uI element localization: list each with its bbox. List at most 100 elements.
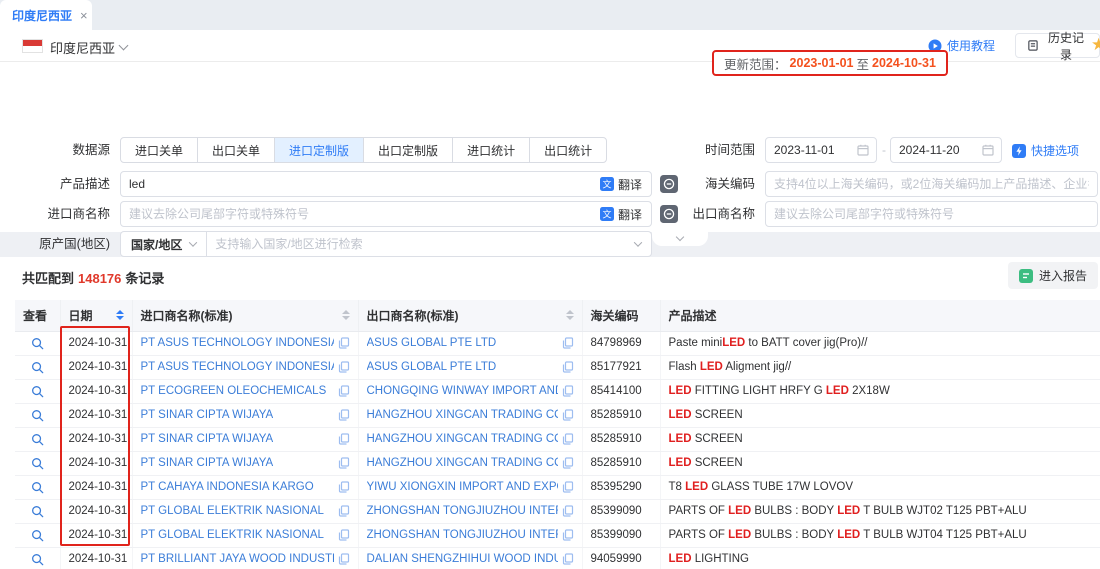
start-date-input[interactable] — [766, 139, 857, 161]
view-magnifier-icon[interactable] — [31, 337, 44, 350]
results-summary: 共匹配到148176条记录 — [22, 268, 164, 287]
exporter-link[interactable]: ZHONGSHAN TONGJIUZHOU INTERNA... — [367, 505, 558, 517]
copy-icon[interactable] — [338, 409, 350, 421]
copy-icon[interactable] — [338, 361, 350, 373]
importer-link[interactable]: PT GLOBAL ELEKTRIK NASIONAL — [141, 505, 324, 517]
view-magnifier-icon[interactable] — [31, 529, 44, 542]
copy-icon[interactable] — [562, 337, 574, 349]
svg-text:文: 文 — [602, 179, 611, 190]
keyword-highlight: LED — [669, 385, 692, 397]
copy-icon[interactable] — [338, 433, 350, 445]
time-range-label: 时间范围 — [660, 137, 755, 163]
collapse-panel-handle[interactable] — [652, 232, 708, 246]
exporter-link[interactable]: HANGZHOU XINGCAN TRADING CO LTD — [367, 457, 558, 469]
copy-icon[interactable] — [338, 385, 350, 397]
translate-button[interactable]: 文 翻译 — [591, 206, 651, 223]
copy-icon[interactable] — [562, 505, 574, 517]
copy-icon[interactable] — [562, 481, 574, 493]
importer-name-input[interactable] — [121, 203, 591, 225]
chevron-down-icon — [676, 233, 684, 241]
exporter-link[interactable]: ASUS GLOBAL PTE LTD — [367, 361, 497, 373]
datasource-tab[interactable]: 进口关单 — [121, 138, 198, 162]
view-magnifier-icon[interactable] — [31, 385, 44, 398]
sort-icon-importer[interactable] — [342, 310, 350, 320]
row-date: 2024-10-31 — [69, 385, 128, 397]
view-magnifier-icon[interactable] — [31, 505, 44, 518]
datasource-tab[interactable]: 进口统计 — [453, 138, 530, 162]
importer-link[interactable]: PT GLOBAL ELEKTRIK NASIONAL — [141, 529, 324, 541]
origin-search-input[interactable] — [207, 233, 635, 255]
copy-icon[interactable] — [562, 433, 574, 445]
svg-text:文: 文 — [602, 209, 611, 220]
datasource-tab[interactable]: 进口定制版 — [275, 138, 364, 162]
product-desc-input[interactable] — [121, 173, 591, 195]
tab-indonesia[interactable]: 印度尼西亚 × — [0, 0, 92, 30]
view-magnifier-icon[interactable] — [31, 553, 44, 566]
exporter-link[interactable]: YIWU XIONGXIN IMPORT AND EXPORT... — [367, 481, 558, 493]
end-date-input[interactable] — [891, 139, 982, 161]
exporter-link[interactable]: CHONGQING WINWAY IMPORT AND E... — [367, 385, 558, 397]
tab-close-icon[interactable]: × — [80, 9, 88, 22]
copy-icon[interactable] — [338, 505, 350, 517]
copy-icon[interactable] — [562, 409, 574, 421]
datasource-label: 数据源 — [15, 137, 110, 163]
view-magnifier-icon[interactable] — [31, 481, 44, 494]
exporter-link[interactable]: HANGZHOU XINGCAN TRADING CO LTD — [367, 433, 558, 445]
importer-link[interactable]: PT ASUS TECHNOLOGY INDONESIA BA... — [141, 361, 334, 373]
favorite-star-icon[interactable]: ★ — [1091, 35, 1100, 55]
row-hs-code: 84798969 — [591, 337, 642, 349]
quick-options-link[interactable]: 快捷选项 — [1012, 142, 1079, 159]
translate-button[interactable]: 文 翻译 — [591, 176, 651, 193]
exporter-link[interactable]: ASUS GLOBAL PTE LTD — [367, 337, 497, 349]
copy-icon[interactable] — [562, 553, 574, 565]
copy-icon[interactable] — [338, 481, 350, 493]
date-range-separator: - — [879, 137, 889, 163]
enter-report-button[interactable]: 进入报告 — [1008, 262, 1098, 289]
copy-icon[interactable] — [562, 457, 574, 469]
history-button[interactable]: 历史记录 — [1015, 33, 1100, 58]
origin-select[interactable]: 国家/地区 — [121, 232, 207, 256]
importer-link[interactable]: PT SINAR CIPTA WIJAYA — [141, 433, 274, 445]
view-magnifier-icon[interactable] — [31, 457, 44, 470]
view-magnifier-icon[interactable] — [31, 409, 44, 422]
importer-link[interactable]: PT ECOGREEN OLEOCHEMICALS — [141, 385, 327, 397]
country-title[interactable]: 印度尼西亚 — [50, 38, 115, 57]
row-hs-code: 85399090 — [591, 529, 642, 541]
match-count: 148176 — [74, 271, 125, 286]
importer-link[interactable]: PT SINAR CIPTA WIJAYA — [141, 409, 274, 421]
exporter-name-input[interactable] — [766, 203, 1097, 225]
importer-link[interactable]: PT CAHAYA INDONESIA KARGO — [141, 481, 314, 493]
chevron-down-icon[interactable] — [634, 238, 642, 246]
sort-icon-exporter[interactable] — [566, 310, 574, 320]
row-date: 2024-10-31 — [69, 361, 128, 373]
exporter-link[interactable]: DALIAN SHENGZHIHUI WOOD INDUST... — [367, 553, 558, 565]
importer-link[interactable]: PT SINAR CIPTA WIJAYA — [141, 457, 274, 469]
importer-link[interactable]: PT ASUS TECHNOLOGY INDONESIA BA... — [141, 337, 334, 349]
copy-icon[interactable] — [338, 337, 350, 349]
row-date: 2024-10-31 — [69, 529, 128, 541]
datasource-tab[interactable]: 出口关单 — [198, 138, 275, 162]
exporter-link[interactable]: ZHONGSHAN TONGJIUZHOU INTERNA... — [367, 529, 558, 541]
copy-icon[interactable] — [562, 529, 574, 541]
sort-icon-date[interactable] — [116, 310, 124, 320]
copy-icon[interactable] — [562, 385, 574, 397]
copy-icon[interactable] — [338, 529, 350, 541]
row-hs-code: 85414100 — [591, 385, 642, 397]
copy-icon[interactable] — [338, 457, 350, 469]
row-product-desc: PARTS OF LED BULBS : BODY LED T BULB WJT… — [669, 529, 1027, 541]
hs-code-input[interactable] — [766, 173, 1097, 195]
chevron-down-icon[interactable] — [119, 41, 129, 51]
view-magnifier-icon[interactable] — [31, 433, 44, 446]
col-header-view: 查看 — [23, 309, 47, 323]
exporter-link[interactable]: HANGZHOU XINGCAN TRADING CO LTD — [367, 409, 558, 421]
copy-icon[interactable] — [338, 553, 350, 565]
datasource-tab[interactable]: 出口定制版 — [364, 138, 453, 162]
datasource-tab[interactable]: 出口统计 — [530, 138, 606, 162]
table-header-row: 查看 日期 进口商名称(标准) 出口商名称(标准) 海关编码 产品描述 — [15, 300, 1100, 331]
calendar-icon[interactable] — [982, 144, 1001, 156]
calendar-icon[interactable] — [857, 144, 876, 156]
translate-icon: 文 — [600, 207, 614, 221]
view-magnifier-icon[interactable] — [31, 361, 44, 374]
importer-link[interactable]: PT BRILLIANT JAYA WOOD INDUSTRY — [141, 553, 334, 565]
copy-icon[interactable] — [562, 361, 574, 373]
